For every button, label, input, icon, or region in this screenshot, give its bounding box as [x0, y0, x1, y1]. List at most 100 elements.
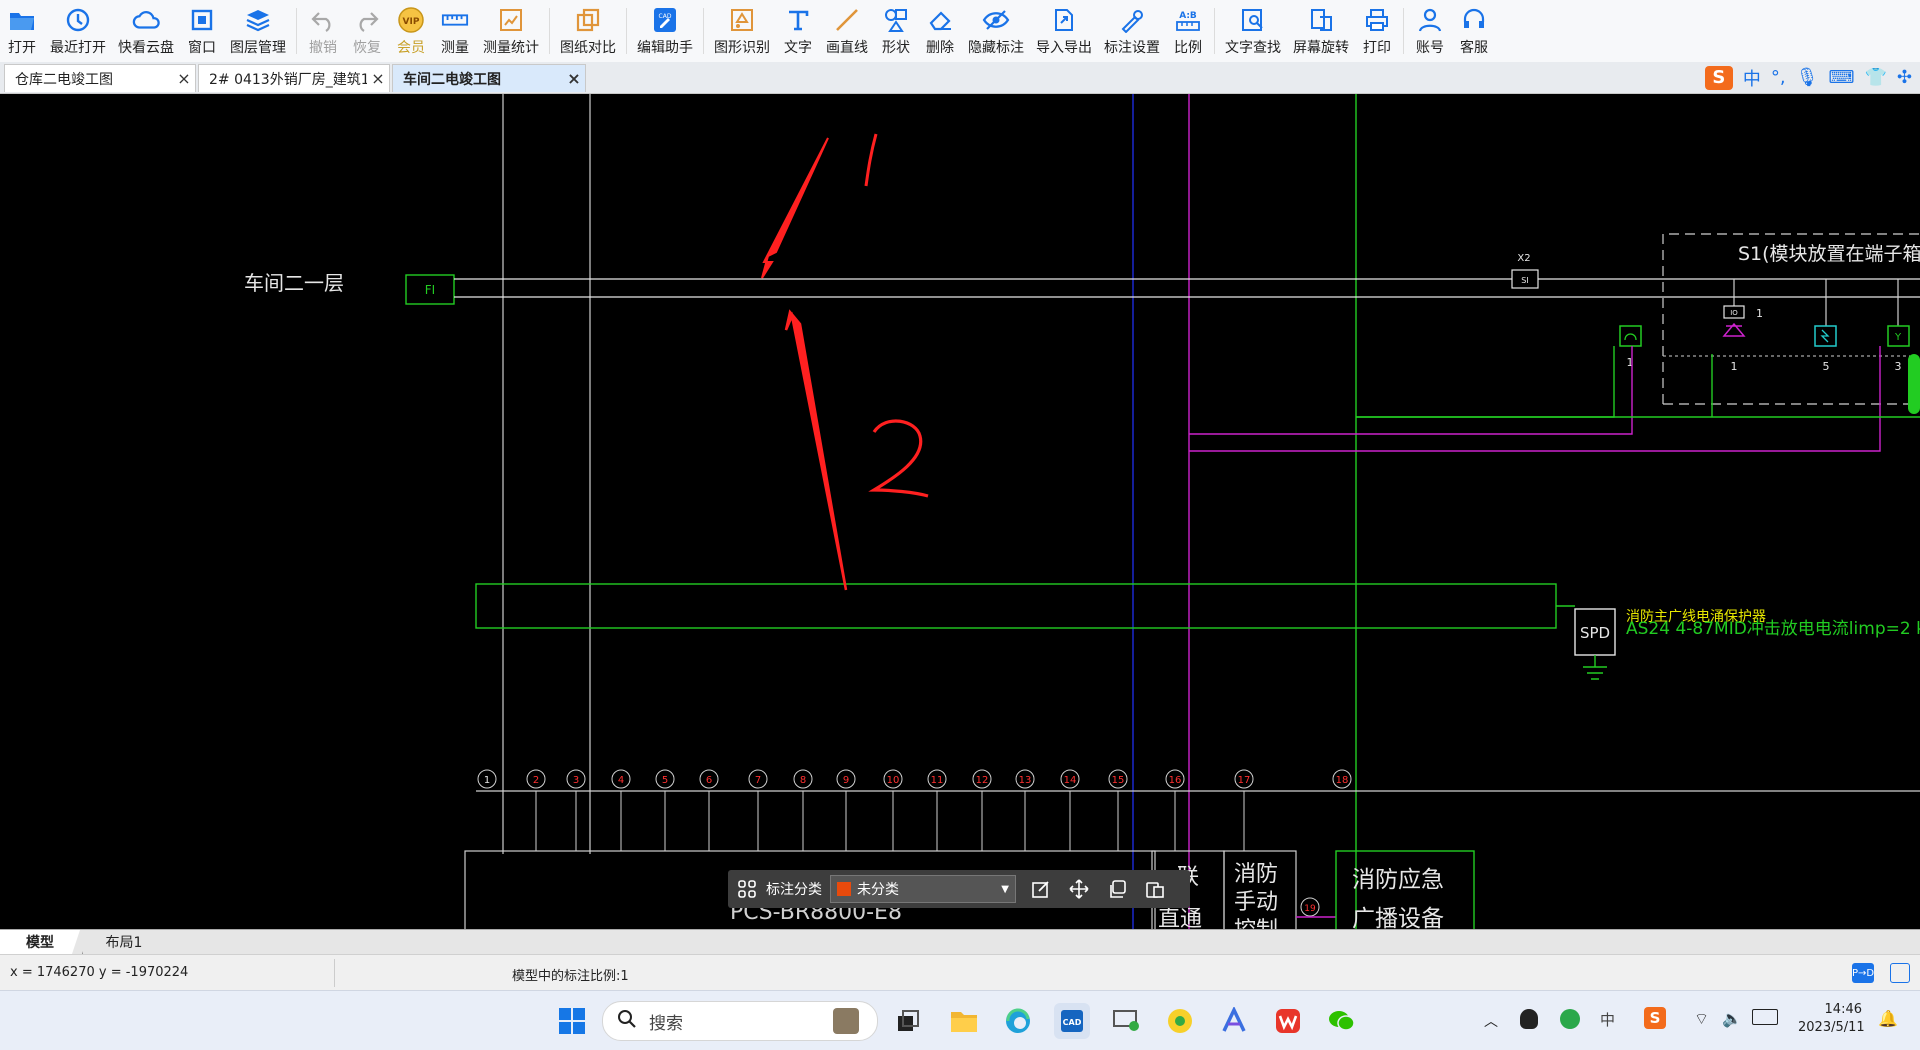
hide-annotation-button[interactable]: 隐藏标注	[962, 0, 1030, 62]
edge-browser-icon[interactable]	[1000, 1003, 1036, 1039]
wechat-icon[interactable]	[1324, 1003, 1360, 1039]
tools-icon[interactable]: ✣	[1897, 67, 1912, 88]
keyboard-icon[interactable]: ⌨	[1829, 67, 1855, 88]
speaker-device-icon	[1722, 322, 1746, 337]
taskbar-search[interactable]: 搜索	[602, 1001, 878, 1041]
terminal-number: 10	[887, 775, 900, 786]
task-view-icon[interactable]	[890, 1003, 926, 1039]
ime-tray-icon[interactable]: 中	[1600, 1009, 1615, 1030]
file-explorer-icon[interactable]	[946, 1003, 982, 1039]
terminal-number: 13	[1019, 775, 1032, 786]
status-bar: x = 1746270 y = -1970224 模型中的标注比例:1 P→D	[0, 954, 1920, 991]
red-arrow-2	[784, 309, 848, 591]
qq-tray-icon[interactable]	[1520, 1009, 1538, 1029]
layer-manager-button[interactable]: 图层管理	[224, 0, 292, 62]
scale-button[interactable]: A:B 比例	[1166, 0, 1210, 62]
app-a-icon[interactable]	[1216, 1003, 1252, 1039]
shape-recognize-button[interactable]: 图形识别	[708, 0, 776, 62]
fullscreen-icon[interactable]	[1890, 963, 1910, 983]
terminal-number: 4	[618, 775, 624, 786]
draw-line-button[interactable]: 画直线	[820, 0, 874, 62]
cloud-disk-button[interactable]: 快看云盘	[112, 0, 180, 62]
text-button[interactable]: 文字	[776, 0, 820, 62]
text-search-icon	[1239, 6, 1267, 34]
tab-warehouse-drawing[interactable]: 仓库二电竣工图 ×	[4, 64, 196, 92]
import-export-icon	[1050, 6, 1078, 34]
sogou-ime-icon[interactable]: S	[1704, 65, 1733, 90]
toolbar-divider	[703, 8, 704, 54]
measure-stats-icon	[497, 6, 525, 34]
rotate-screen-icon	[1307, 6, 1335, 34]
open-button[interactable]: 打开	[0, 0, 44, 62]
print-button[interactable]: 打印	[1355, 0, 1399, 62]
ime-toolbar: S 中 °, 🎙 ⌨ 👕 ✣	[1697, 62, 1920, 93]
cad-viewer-app-icon[interactable]: CAD	[1054, 1003, 1090, 1039]
close-icon[interactable]: ×	[173, 69, 195, 88]
printer-icon	[1363, 6, 1391, 34]
delete-button[interactable]: 删除	[918, 0, 962, 62]
account-button[interactable]: 账号	[1408, 0, 1452, 62]
window-button[interactable]: 窗口	[180, 0, 224, 62]
edit-assistant-button[interactable]: CAD 编辑助手	[631, 0, 699, 62]
clock-time: 14:46	[1824, 1002, 1862, 1017]
security-tray-icon[interactable]	[1560, 1009, 1580, 1029]
vip-button[interactable]: VIP 会员	[389, 0, 433, 62]
svg-text:VIP: VIP	[403, 17, 420, 27]
category-value: 未分类	[857, 882, 899, 898]
annotation-float-bar: 标注分类 未分类 ▼	[728, 870, 1190, 908]
close-icon[interactable]: ×	[563, 69, 585, 88]
music-app-icon[interactable]	[1162, 1003, 1198, 1039]
skin-icon[interactable]: 👕	[1864, 67, 1886, 88]
search-icon	[617, 1009, 637, 1033]
measure-button[interactable]: 测量	[433, 0, 477, 62]
paste-icon[interactable]	[1142, 876, 1168, 902]
copy-icon[interactable]	[1104, 876, 1130, 902]
svg-text:A:B: A:B	[1179, 11, 1197, 21]
tab-factory-building[interactable]: 2# 0413外销厂房_建筑1 ×	[198, 64, 390, 92]
compare-button[interactable]: 图纸对比	[554, 0, 622, 62]
sogou-tray-icon[interactable]: S	[1644, 1007, 1666, 1029]
tab-title: 2# 0413外销厂房_建筑1	[209, 71, 367, 88]
shapes-button[interactable]: 形状	[874, 0, 918, 62]
notification-bell-icon[interactable]: 🔔	[1878, 1009, 1898, 1028]
undo-button[interactable]: 撤销	[301, 0, 345, 62]
customer-service-button[interactable]: 客服	[1452, 0, 1496, 62]
wifi-icon[interactable]: ⌔	[1694, 1009, 1709, 1029]
wps-office-icon[interactable]	[1270, 1003, 1306, 1039]
compare-icon	[574, 6, 602, 34]
recent-open-button[interactable]: 最近打开	[44, 0, 112, 62]
tab-workshop-drawing[interactable]: 车间二电竣工图 ×	[392, 64, 586, 92]
edit-icon[interactable]	[1028, 876, 1054, 902]
toolbar-divider	[1403, 8, 1404, 54]
redo-button[interactable]: 恢复	[345, 0, 389, 62]
microphone-icon[interactable]: 🎙	[1796, 67, 1819, 88]
clock[interactable]: 14:46 2023/5/11	[1798, 1001, 1865, 1037]
volume-icon[interactable]: 🔈	[1722, 1009, 1742, 1028]
annotation-settings-button[interactable]: 标注设置	[1098, 0, 1166, 62]
measure-stats-button[interactable]: 测量统计	[477, 0, 545, 62]
history-icon	[64, 6, 92, 34]
rotate-screen-button[interactable]: 屏幕旋转	[1287, 0, 1355, 62]
snap-toggle-icon[interactable]: P→D	[1852, 963, 1874, 983]
layout-tab-layout1[interactable]: 布局1	[82, 930, 165, 954]
chevron-up-icon[interactable]: ︿	[1484, 1011, 1498, 1031]
battery-icon[interactable]	[1752, 1009, 1778, 1025]
windows-start-icon[interactable]	[554, 1003, 590, 1039]
category-select[interactable]: 未分类 ▼	[830, 875, 1016, 903]
ime-language[interactable]: 中	[1743, 65, 1761, 91]
screen-app-icon[interactable]	[1108, 1003, 1144, 1039]
ime-punctuation[interactable]: °,	[1771, 67, 1786, 88]
spd-note-2: AS24 4-87MID冲击放电电流limp=2 kA	[1626, 619, 1920, 639]
move-icon[interactable]	[1066, 876, 1092, 902]
undo-icon	[309, 6, 337, 34]
drawing-canvas[interactable]: 车间二一层 FI X2 SI S1(模块放置在端子箱内,可设 IO 1 1 5 …	[0, 94, 1920, 929]
window-icon	[188, 6, 216, 34]
layout-tab-model[interactable]: 模型	[0, 930, 80, 954]
terminal-number: 14	[1064, 775, 1077, 786]
main-toolbar: 打开 最近打开 快看云盘 窗口 图层管理 撤销 恢复 VIP 会员 测量 测量统…	[0, 0, 1920, 63]
green-scroll-indicator	[1908, 354, 1920, 414]
text-search-button[interactable]: 文字查找	[1219, 0, 1287, 62]
import-export-button[interactable]: 导入导出	[1030, 0, 1098, 62]
grid-apps-icon[interactable]	[734, 876, 760, 902]
close-icon[interactable]: ×	[367, 69, 389, 88]
